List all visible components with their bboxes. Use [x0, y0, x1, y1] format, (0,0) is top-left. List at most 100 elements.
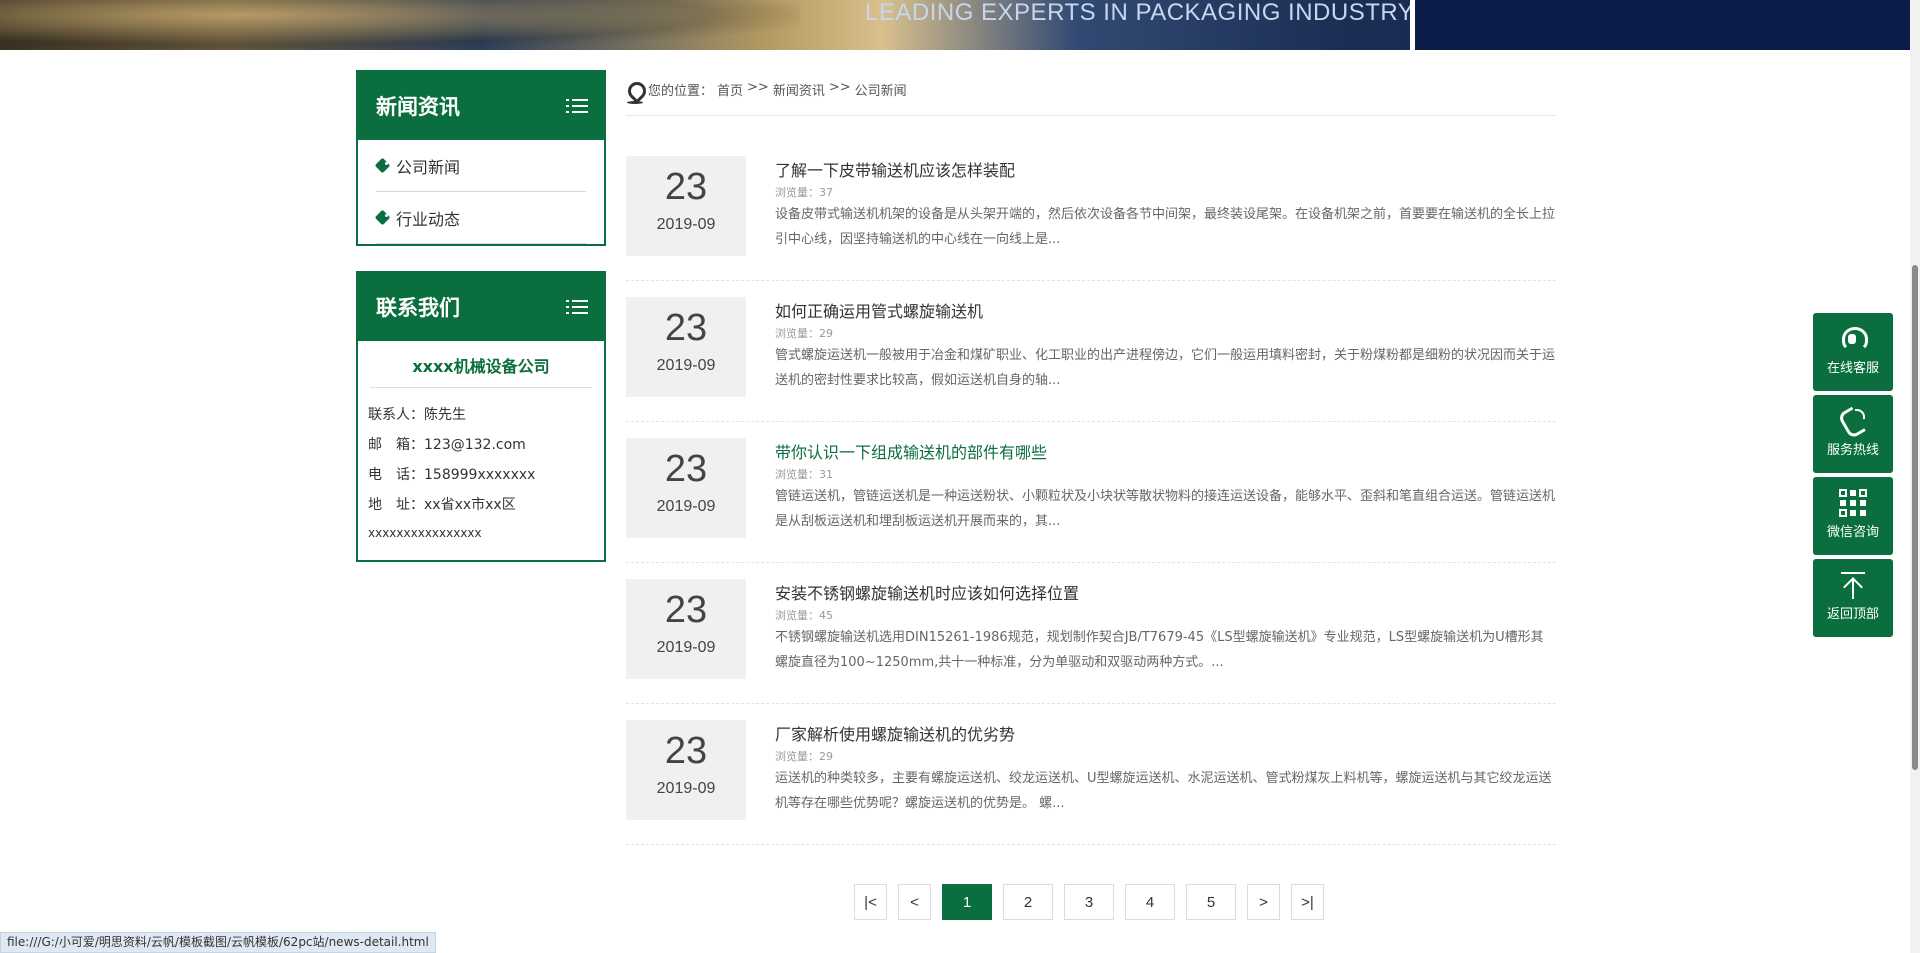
news-body: 如何正确运用管式螺旋输送机 浏览量：29 管式螺旋运送机一般被用于冶金和煤矿职业… [775, 301, 1556, 393]
page-button-1[interactable]: 1 [942, 884, 992, 920]
page-button-2[interactable]: 2 [1003, 884, 1053, 920]
page-button-4[interactable]: 4 [1125, 884, 1175, 920]
pagination: |< < 1 2 3 4 5 > >| [854, 884, 1335, 920]
news-views: 浏览量：37 [775, 186, 833, 199]
news-date: 23 2019-09 [626, 720, 746, 820]
page-button-5[interactable]: 5 [1186, 884, 1236, 920]
news-item[interactable]: 23 2019-09 厂家解析使用螺旋输送机的优劣势 浏览量：29 运送机的种类… [626, 704, 1556, 845]
banner-image [0, 0, 800, 50]
hotline-label: 服务热线 [1826, 443, 1879, 458]
news-title-link[interactable]: 厂家解析使用螺旋输送机的优劣势 [775, 724, 1556, 746]
news-title-link[interactable]: 安装不锈钢螺旋输送机时应该如何选择位置 [775, 583, 1556, 605]
banner-right-block [1415, 0, 1920, 50]
back-to-top-label: 返回顶部 [1826, 607, 1879, 622]
news-date-month: 2019-09 [656, 498, 716, 515]
wechat-button[interactable]: 微信咨询 [1813, 477, 1893, 555]
sidebar-contact-title: 联系我们 [376, 296, 460, 320]
news-body: 带你认识一下组成输送机的部件有哪些 浏览量：31 管链运送机，管链运送机是一种运… [775, 442, 1556, 534]
breadcrumb: 您的位置： 首页 >> 新闻资讯 >> 公司新闻 [626, 80, 1556, 116]
news-title-link[interactable]: 如何正确运用管式螺旋输送机 [775, 301, 1556, 323]
news-date-day: 23 [664, 307, 708, 349]
list-icon [566, 298, 588, 316]
news-summary: 不锈钢螺旋输送机选用DIN15261-1986规范，规划制作契合JB/T7679… [775, 630, 1544, 670]
news-list: 23 2019-09 了解一下皮带输送机应该怎样装配 浏览量：37 设备皮带式输… [626, 140, 1556, 845]
contact-email: 邮 箱：123@132.com [368, 437, 526, 453]
news-date-month: 2019-09 [656, 216, 716, 233]
page-scrollbar[interactable] [1910, 0, 1920, 953]
arrow-up-icon [1839, 571, 1867, 599]
news-date-day: 23 [664, 166, 708, 208]
first-page-button[interactable]: |< [854, 884, 887, 920]
list-icon [566, 97, 588, 115]
news-views: 浏览量：45 [775, 609, 833, 622]
sidebar-news-categories: 公司新闻 行业动态 [358, 140, 604, 244]
back-to-top-button[interactable]: 返回顶部 [1813, 559, 1893, 637]
contact-phone: 电 话：158999xxxxxxx [368, 467, 536, 483]
news-date-day: 23 [664, 448, 708, 490]
news-body: 厂家解析使用螺旋输送机的优劣势 浏览量：29 运送机的种类较多，主要有螺旋运送机… [775, 724, 1556, 816]
news-date: 23 2019-09 [626, 297, 746, 397]
news-item[interactable]: 23 2019-09 带你认识一下组成输送机的部件有哪些 浏览量：31 管链运送… [626, 422, 1556, 563]
phone-icon [1839, 407, 1867, 435]
news-item[interactable]: 23 2019-09 如何正确运用管式螺旋输送机 浏览量：29 管式螺旋运送机一… [626, 281, 1556, 422]
online-service-button[interactable]: 在线客服 [1813, 313, 1893, 391]
location-pin-icon [626, 82, 644, 104]
news-date: 23 2019-09 [626, 579, 746, 679]
news-date-day: 23 [664, 589, 708, 631]
sidebar-item-label: 公司新闻 [396, 157, 461, 177]
hotline-button[interactable]: 服务热线 [1813, 395, 1893, 473]
contact-address-cont: xxxxxxxxxxxxxxxx [368, 526, 482, 540]
sidebar-item-label: 行业动态 [396, 209, 461, 229]
breadcrumb-home-link[interactable]: 首页 [717, 80, 743, 99]
floating-service-panel: 在线客服 服务热线 微信咨询 返回顶部 [1813, 313, 1893, 641]
news-date-month: 2019-09 [656, 357, 716, 374]
news-body: 安装不锈钢螺旋输送机时应该如何选择位置 浏览量：45 不锈钢螺旋输送机选用DIN… [775, 583, 1556, 675]
breadcrumb-separator: >> [747, 80, 769, 95]
tag-icon [376, 159, 390, 173]
tag-icon [376, 211, 390, 225]
qr-code-icon [1839, 489, 1867, 517]
news-date-day: 23 [664, 730, 708, 772]
contact-person: 联系人：陈先生 [368, 407, 466, 423]
sidebar-news-box: 新闻资讯 公司新闻 行业动态 [356, 70, 606, 246]
news-item[interactable]: 23 2019-09 安装不锈钢螺旋输送机时应该如何选择位置 浏览量：45 不锈… [626, 563, 1556, 704]
header-banner: LEADING EXPERTS IN PACKAGING INDUSTRY [0, 0, 1920, 50]
news-item[interactable]: 23 2019-09 了解一下皮带输送机应该怎样装配 浏览量：37 设备皮带式输… [626, 140, 1556, 281]
sidebar-news-header: 新闻资讯 [358, 72, 604, 140]
news-title-link[interactable]: 了解一下皮带输送机应该怎样装配 [775, 160, 1556, 182]
breadcrumb-prefix: 您的位置： [648, 84, 714, 99]
news-summary: 管式螺旋运送机一般被用于冶金和煤矿职业、化工职业的出产进程傍边，它们一般运用填料… [775, 348, 1556, 388]
breadcrumb-news-link[interactable]: 新闻资讯 [773, 80, 825, 99]
banner-slogan: LEADING EXPERTS IN PACKAGING INDUSTRY [865, 0, 1415, 26]
news-date: 23 2019-09 [626, 156, 746, 256]
breadcrumb-current[interactable]: 公司新闻 [855, 80, 907, 99]
news-views: 浏览量：31 [775, 468, 833, 481]
news-views: 浏览量：29 [775, 327, 833, 340]
sidebar-item-industry-news[interactable]: 行业动态 [376, 192, 586, 244]
headset-icon [1839, 325, 1868, 353]
wechat-label: 微信咨询 [1826, 525, 1879, 540]
sidebar-contact-header: 联系我们 [358, 273, 604, 341]
news-views: 浏览量：29 [775, 750, 833, 763]
company-name: xxxx机械设备公司 [370, 341, 592, 388]
news-summary: 设备皮带式输送机机架的设备是从头架开端的，然后依次设备各节中间架，最终装设尾架。… [775, 207, 1556, 247]
sidebar-contact-box: 联系我们 xxxx机械设备公司 联系人：陈先生 邮 箱：123@132.com … [356, 271, 606, 562]
contact-address: 地 址：xx省xx市xx区 [368, 497, 516, 513]
contact-info: 联系人：陈先生 邮 箱：123@132.com 电 话：158999xxxxxx… [358, 388, 604, 554]
sidebar-item-company-news[interactable]: 公司新闻 [376, 140, 586, 192]
news-date: 23 2019-09 [626, 438, 746, 538]
last-page-button[interactable]: >| [1291, 884, 1324, 920]
page-button-3[interactable]: 3 [1064, 884, 1114, 920]
news-summary: 运送机的种类较多，主要有螺旋运送机、绞龙运送机、U型螺旋运送机、水泥运送机、管式… [775, 771, 1552, 811]
news-date-month: 2019-09 [656, 780, 716, 797]
sidebar-news-title: 新闻资讯 [376, 95, 460, 119]
news-title-link[interactable]: 带你认识一下组成输送机的部件有哪些 [775, 442, 1556, 464]
scrollbar-thumb[interactable] [1912, 265, 1918, 770]
browser-status-bar: file:///G:/小可爱/明思资料/云帆/模板截图/云帆模板/62pc站/n… [0, 932, 436, 953]
news-body: 了解一下皮带输送机应该怎样装配 浏览量：37 设备皮带式输送机机架的设备是从头架… [775, 160, 1556, 252]
news-summary: 管链运送机，管链运送机是一种运送粉状、小颗粒状及小块状等散状物料的接连运送设备，… [775, 489, 1556, 529]
next-page-button[interactable]: > [1247, 884, 1280, 920]
breadcrumb-separator: >> [828, 80, 851, 95]
news-date-month: 2019-09 [656, 639, 716, 656]
prev-page-button[interactable]: < [898, 884, 931, 920]
